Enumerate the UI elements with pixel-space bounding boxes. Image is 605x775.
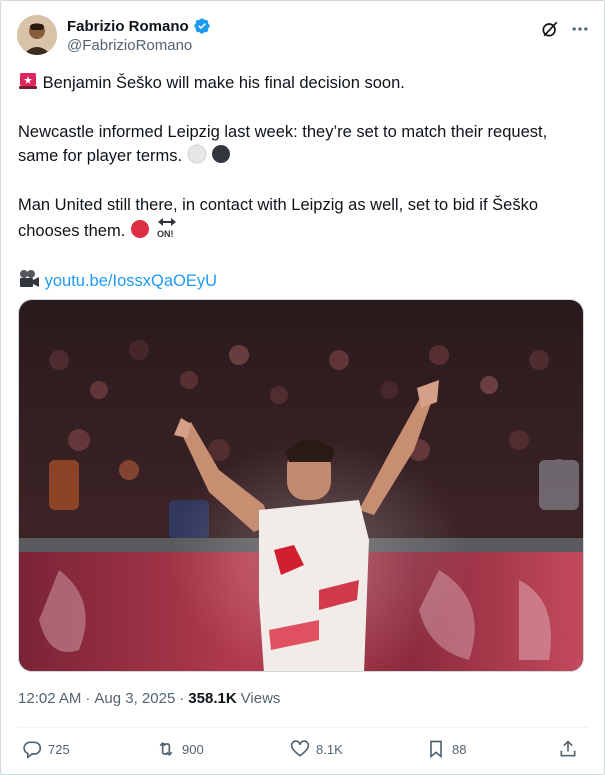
bookmark-count: 88 [452,741,467,757]
tweet-paragraph-3: Man United still there, in contact with … [18,194,588,246]
tweet-line-1: Benjamin Šeško will make his final decis… [42,74,405,92]
tweet-time[interactable]: 12:02 AM [18,690,81,707]
meta-separator: · [85,690,91,707]
photo-player-celebrating [19,300,583,671]
views-count: 358.1K [188,690,237,707]
tweet-photo[interactable] [18,299,584,672]
black-circle-emoji-icon [211,144,231,171]
repost-icon [159,741,173,757]
display-name[interactable]: Fabrizio Romano [67,18,189,35]
share-icon [560,740,576,757]
tweet-line-3: Man United still there, in contact with … [18,196,538,240]
share-button[interactable] [558,739,578,759]
bookmark-button[interactable]: 88 [426,739,466,759]
movie-camera-emoji-icon [18,269,40,296]
name-row: Fabrizio Romano [67,17,211,35]
bookmark-icon [430,740,442,759]
tweet-text: Benjamin Šeško will make his final decis… [18,71,588,319]
verified-badge-icon [193,18,210,34]
more-options-icon[interactable] [570,19,590,39]
tweet-paragraph-1: Benjamin Šeško will make his final decis… [18,71,588,98]
tweet-line-2: Newcastle informed Leipzig last week: th… [18,123,548,165]
tweet-meta: 12:02 AM · Aug 3, 2025 · 358.1K Views [18,690,280,707]
svg-text:ON!: ON! [157,229,174,239]
divider [18,727,588,728]
tweet-paragraph-4: youtu.be/IossxQaOEyU [18,269,588,296]
tweet-paragraph-2: Newcastle informed Leipzig last week: th… [18,121,588,171]
like-button[interactable]: 8.1K [290,739,343,759]
repost-button[interactable]: 900 [156,739,204,759]
views-label: Views [240,690,281,707]
meta-separator: · [179,690,185,707]
author-handle[interactable]: @FabrizioRomano [67,37,192,54]
white-circle-emoji-icon [187,144,207,171]
reply-icon [23,741,42,759]
reply-count: 725 [48,741,70,757]
avatar[interactable] [17,15,57,55]
grok-icon[interactable] [540,19,560,39]
siren-emoji-icon [18,71,38,98]
tweet-header: Fabrizio Romano @FabrizioRomano [17,15,592,59]
on-arrow-emoji-icon: ON! [155,217,179,246]
repost-count: 900 [182,741,204,757]
like-count: 8.1K [316,741,343,757]
reply-button[interactable]: 725 [22,739,70,759]
tweet-date[interactable]: Aug 3, 2025 [94,690,175,707]
youtube-link[interactable]: youtu.be/IossxQaOEyU [45,272,217,290]
tweet-card: Fabrizio Romano @FabrizioRomano Benjamin… [0,0,605,775]
heart-icon [290,740,310,757]
action-bar: 725 900 8.1K 88 [18,739,588,765]
red-circle-emoji-icon [130,219,150,246]
